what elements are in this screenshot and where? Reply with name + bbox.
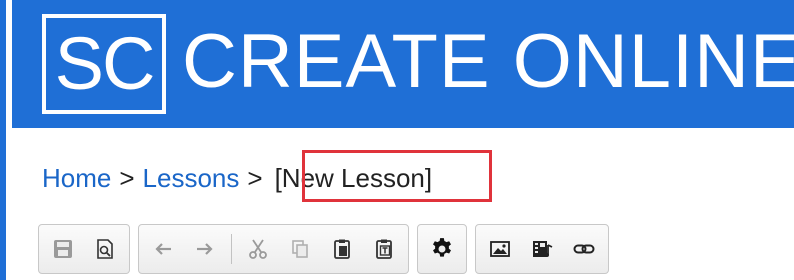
logo-text: SC (54, 22, 156, 105)
cut-icon (249, 239, 267, 259)
paste-text-button[interactable] (366, 231, 402, 267)
app-frame: SC CREATE ONLINE Home > Lessons > [New L… (0, 0, 794, 280)
toolbar-group-document (38, 224, 130, 274)
link-icon (573, 244, 595, 254)
toolbar-group-insert (475, 224, 609, 274)
editor-toolbar (38, 224, 794, 280)
copy-icon (292, 240, 308, 258)
breadcrumb-lessons-link[interactable]: Lessons (143, 163, 240, 194)
paste-text-icon (376, 239, 392, 259)
preview-button[interactable] (87, 231, 123, 267)
cut-button[interactable] (240, 231, 276, 267)
breadcrumb-separator: > (119, 162, 135, 193)
breadcrumb-current: [New Lesson] (274, 162, 433, 193)
settings-icon (433, 238, 451, 257)
redo-icon (197, 243, 213, 255)
image-icon (490, 241, 510, 257)
undo-button[interactable] (145, 231, 181, 267)
preview-icon (97, 239, 113, 259)
insert-image-button[interactable] (482, 231, 518, 267)
media-icon (533, 241, 553, 257)
save-icon (54, 240, 72, 258)
toolbar-separator (231, 234, 232, 264)
header-banner: SC CREATE ONLINE (12, 0, 794, 128)
undo-icon (155, 243, 171, 255)
paste-button[interactable] (324, 231, 360, 267)
redo-button[interactable] (187, 231, 223, 267)
copy-button[interactable] (282, 231, 318, 267)
settings-button[interactable] (424, 231, 460, 267)
save-button[interactable] (45, 231, 81, 267)
insert-media-button[interactable] (524, 231, 560, 267)
breadcrumb: Home > Lessons > [New Lesson] (42, 158, 436, 198)
insert-link-button[interactable] (566, 231, 602, 267)
breadcrumb-home-link[interactable]: Home (42, 163, 111, 194)
breadcrumb-separator: > (247, 162, 263, 193)
toolbar-group-clipboard (138, 224, 409, 274)
toolbar-group-settings (417, 224, 467, 274)
logo[interactable]: SC (42, 14, 166, 114)
paste-icon (334, 239, 350, 259)
site-title: CREATE ONLINE (182, 19, 794, 104)
